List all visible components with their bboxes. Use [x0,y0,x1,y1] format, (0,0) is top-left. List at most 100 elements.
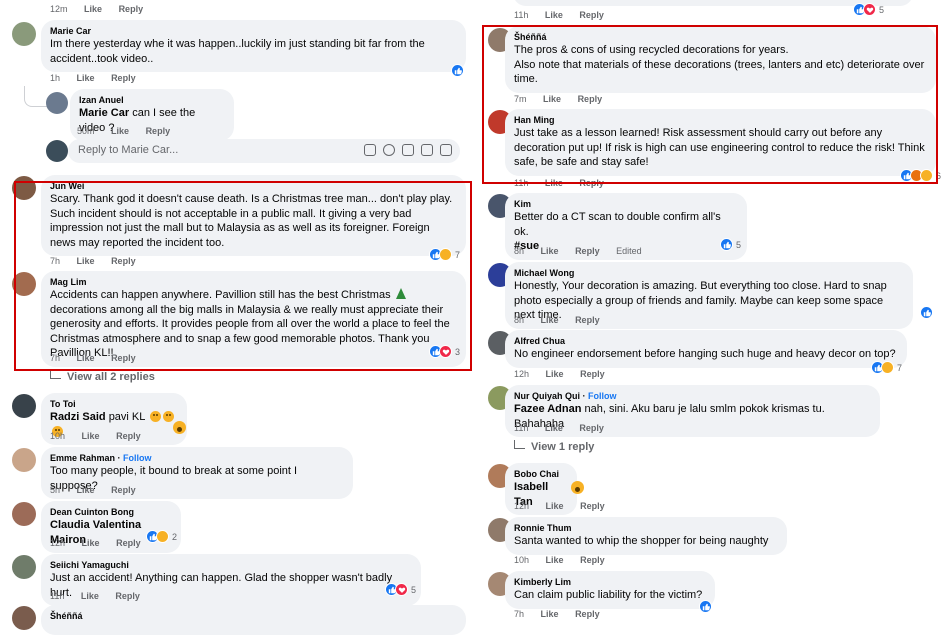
avatar[interactable] [12,22,36,46]
avatar[interactable] [12,606,36,630]
reaction-summary[interactable]: 5 [853,3,884,16]
commenter-name[interactable]: To Toi [50,398,177,410]
commenter-name[interactable]: Jun Wei [50,180,456,192]
reaction-count: 2 [172,531,178,542]
reply-button[interactable]: Reply [146,126,171,136]
tagged-user[interactable]: Radzi Said [50,411,106,423]
reaction-summary[interactable]: 5 [385,583,416,596]
avatar[interactable] [12,555,36,579]
comment-meta: 8h Like Reply [514,315,614,325]
stickers-icon[interactable] [440,144,452,156]
thread-line [24,86,47,107]
like-button[interactable]: Like [546,555,564,565]
reply-button[interactable]: Reply [579,178,604,188]
like-button[interactable]: Like [81,591,99,601]
like-button[interactable]: Like [546,501,564,511]
commenter-name[interactable]: Kim [514,198,737,210]
like-button[interactable]: Like [541,315,559,325]
reaction-summary[interactable]: 3 [429,345,460,358]
commenter-name[interactable]: Michael Wong [514,267,903,279]
commenter-name[interactable]: Emme Rahman [50,453,115,463]
like-button[interactable]: Like [545,178,563,188]
commenter-name[interactable]: Alfred Chua [514,335,897,347]
reply-button[interactable]: Reply [111,353,136,363]
reply-button[interactable]: Reply [116,431,141,441]
reaction-summary[interactable]: 7 [871,361,902,374]
reply-button[interactable]: Reply [580,555,605,565]
commenter-name[interactable]: Izan Anuel [79,94,224,106]
commenter-name[interactable]: Han Ming [514,114,926,126]
commenter-name[interactable]: Ronnie Thum [514,522,777,534]
like-button[interactable]: Like [111,126,129,136]
reply-button[interactable]: Reply [575,246,600,256]
view-replies-link[interactable]: View 1 reply [514,440,594,453]
comment-meta: 8h Like Reply Edited [514,246,656,256]
like-button[interactable]: Like [84,4,102,14]
commenter-name[interactable]: Mag Lim [50,276,456,288]
comment-text: No engineer endorsement before hanging s… [514,348,896,360]
reply-button[interactable]: Reply [119,4,144,14]
reply-button[interactable]: Reply [578,94,603,104]
commenter-name[interactable]: Bobo Chai [514,468,567,480]
reply-button[interactable]: Reply [116,538,141,548]
like-button[interactable]: Like [77,73,95,83]
like-button[interactable]: Like [82,538,100,548]
follow-button[interactable]: Follow [588,391,617,401]
commenter-name[interactable]: Marie Car [50,25,456,37]
reaction-summary[interactable]: 6 [900,169,941,182]
avatar[interactable] [12,448,36,472]
like-button[interactable]: Like [543,94,561,104]
avatar[interactable] [12,176,36,200]
like-button[interactable]: Like [541,246,559,256]
like-button[interactable]: Like [541,609,559,619]
comment-meta: 5h Like Reply [50,485,150,495]
reply-input[interactable]: Reply to Marie Car... [68,139,460,163]
like-button[interactable]: Like [77,256,95,266]
reply-button[interactable]: Reply [115,591,140,601]
emoji-icon[interactable] [383,144,395,156]
like-button[interactable]: Like [82,431,100,441]
reply-button[interactable]: Reply [111,485,136,495]
view-replies-link[interactable]: View all 2 replies [50,370,155,383]
current-user-avatar [46,140,68,162]
reaction-summary[interactable]: 7 [429,248,460,261]
like-button[interactable]: Like [545,10,563,20]
reaction-summary[interactable] [699,600,712,613]
reaction-summary[interactable] [920,306,933,319]
reply-button[interactable]: Reply [575,609,600,619]
commenter-name[interactable]: Kimberly Lim [514,576,705,588]
like-button[interactable]: Like [546,369,564,379]
sticker-icon[interactable] [364,144,376,156]
avatar[interactable] [12,272,36,296]
like-button[interactable]: Like [77,353,95,363]
commenter-name[interactable]: Šhéññá [514,31,926,43]
comment-meta: 50m Like Reply [77,126,184,136]
avatar[interactable] [12,394,36,418]
reply-button[interactable]: Reply [111,256,136,266]
commenter-name[interactable]: Dean Cuinton Bong [50,506,171,518]
timestamp: 12h [514,369,530,379]
edited-label: Edited [616,246,642,256]
comment-meta: 1h Like Reply [50,73,150,83]
reply-button[interactable]: Reply [111,73,136,83]
commenter-name[interactable]: Šhéññá [50,610,456,622]
commenter-name[interactable]: Seiichi Yamaguchi [50,559,411,571]
like-button[interactable]: Like [77,485,95,495]
tagged-user[interactable]: Marie Car [79,107,129,119]
reply-button[interactable]: Reply [580,501,605,511]
avatar[interactable] [46,92,68,114]
reply-button[interactable]: Reply [580,369,605,379]
reaction-summary[interactable]: 5 [720,238,741,251]
reply-button[interactable]: Reply [579,10,604,20]
follow-button[interactable]: Follow [123,453,152,463]
tagged-user[interactable]: Fazee Adnan [514,403,581,415]
timestamp: 8h [514,315,525,325]
camera-icon[interactable] [402,144,414,156]
gif-icon[interactable] [421,144,433,156]
reply-button[interactable]: Reply [575,315,600,325]
commenter-name[interactable]: Nur Quiyah Qui [514,391,580,401]
like-button[interactable]: Like [545,423,563,433]
reply-button[interactable]: Reply [579,423,604,433]
reaction-summary[interactable] [451,64,464,77]
avatar[interactable] [12,502,36,526]
